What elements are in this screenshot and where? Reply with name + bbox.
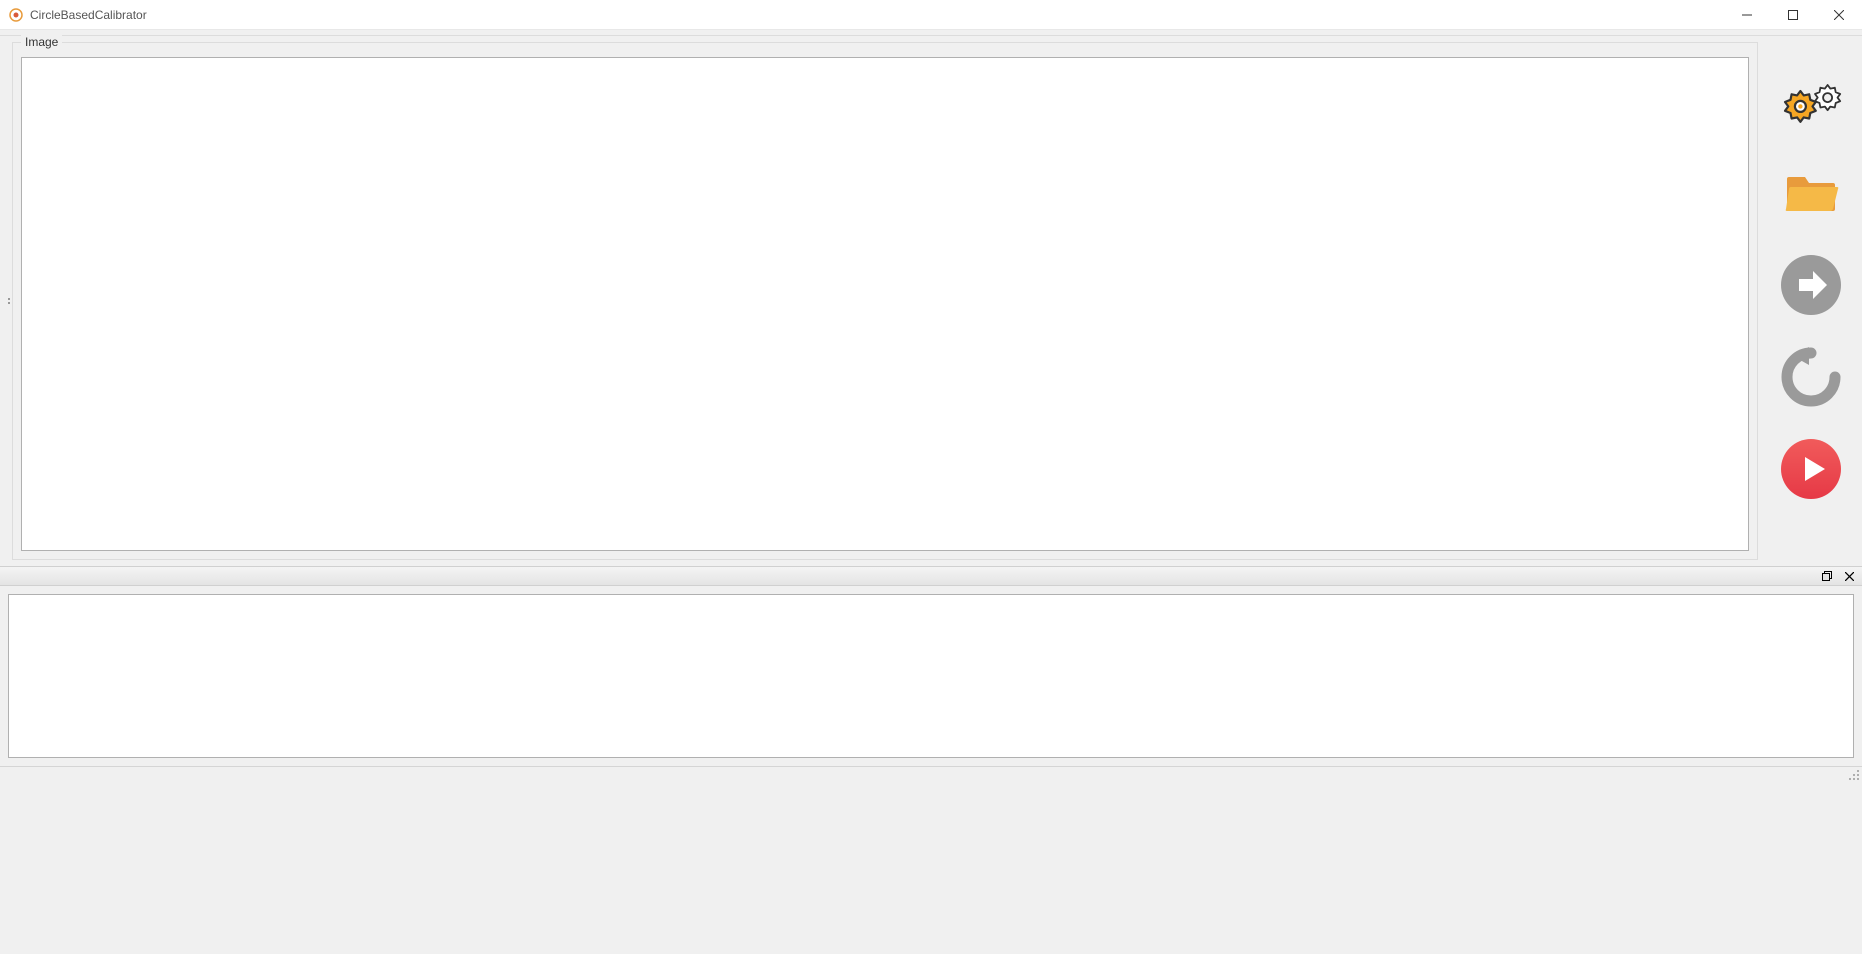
main-area: Image (0, 36, 1862, 566)
dock-close-button[interactable] (1842, 569, 1856, 583)
reload-icon (1779, 345, 1843, 412)
play-button[interactable] (1779, 438, 1843, 502)
size-grip[interactable] (1846, 767, 1860, 784)
status-bar (0, 766, 1862, 786)
bottom-dock-panel (0, 566, 1862, 766)
minimize-button[interactable] (1724, 0, 1770, 29)
image-canvas[interactable] (21, 57, 1749, 551)
arrow-right-icon (1779, 253, 1843, 320)
image-group-label: Image (21, 35, 62, 49)
settings-button[interactable] (1779, 70, 1843, 134)
window-title: CircleBasedCalibrator (30, 8, 147, 22)
side-buttons (1766, 42, 1856, 560)
settings-icon (1779, 69, 1843, 136)
play-icon (1779, 437, 1843, 504)
dock-header[interactable] (0, 566, 1862, 586)
app-icon (8, 7, 24, 23)
titlebar-left: CircleBasedCalibrator (0, 7, 147, 23)
window-controls (1724, 0, 1862, 29)
folder-icon (1783, 171, 1839, 218)
reload-button[interactable] (1779, 346, 1843, 410)
log-textarea[interactable] (8, 594, 1854, 758)
dock-float-button[interactable] (1820, 569, 1834, 583)
next-button[interactable] (1779, 254, 1843, 318)
dock-content (0, 586, 1862, 766)
titlebar: CircleBasedCalibrator (0, 0, 1862, 30)
maximize-button[interactable] (1770, 0, 1816, 29)
close-button[interactable] (1816, 0, 1862, 29)
image-groupbox: Image (12, 42, 1758, 560)
open-folder-button[interactable] (1779, 162, 1843, 226)
